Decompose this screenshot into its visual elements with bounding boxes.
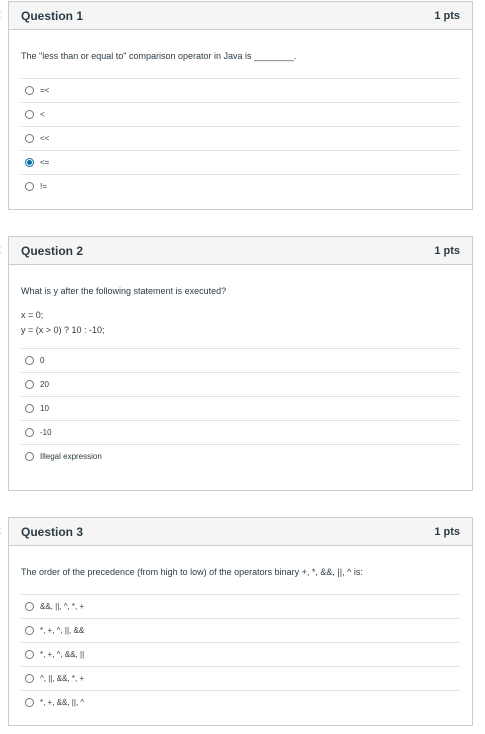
question-1-answers: =< < << <= !=: [21, 78, 460, 198]
question-1-prompt: The "less than or equal to" comparison o…: [21, 51, 297, 61]
question-1-header: Question 1 1 pts: [9, 2, 472, 30]
radio-button[interactable]: [25, 86, 34, 95]
radio-button[interactable]: [25, 626, 34, 635]
answer-label: <<: [40, 134, 50, 143]
answer-option[interactable]: ^, ||, &&, *, +: [21, 666, 460, 690]
question-3-header: Question 3 1 pts: [9, 518, 472, 546]
answer-option[interactable]: <: [21, 102, 460, 126]
answer-option[interactable]: <<: [21, 126, 460, 150]
radio-button[interactable]: [25, 674, 34, 683]
answer-option[interactable]: &&, ||, ^, *, +: [21, 594, 460, 618]
answer-label: -10: [40, 428, 52, 437]
question-2-card: Question 2 1 pts What is y after the fol…: [8, 236, 473, 491]
question-3-points: 1 pts: [434, 525, 460, 538]
answer-option[interactable]: =<: [21, 78, 460, 102]
answer-label: 20: [40, 380, 49, 389]
answer-label: <: [40, 110, 45, 119]
answer-label: 0: [40, 356, 45, 365]
radio-button[interactable]: [25, 182, 34, 191]
radio-button[interactable]: [25, 650, 34, 659]
answer-option[interactable]: !=: [21, 174, 460, 198]
question-1-title: Question 1: [21, 8, 84, 23]
answer-option[interactable]: Illegal expression: [21, 444, 460, 468]
answer-label: ^, ||, &&, *, +: [40, 674, 85, 683]
answer-option-selected[interactable]: <=: [21, 150, 460, 174]
radio-button[interactable]: [25, 404, 34, 413]
question-2-code-line-2: y = (x > 0) ? 10 : -10;: [21, 325, 105, 335]
answer-option[interactable]: -10: [21, 420, 460, 444]
question-3-card: Question 3 1 pts The order of the preced…: [8, 517, 473, 726]
answer-label: *, +, &&, ||, ^: [40, 698, 85, 707]
answer-label: 10: [40, 404, 49, 413]
question-3-prompt: The order of the precedence (from high t…: [21, 567, 363, 577]
radio-button[interactable]: [25, 602, 34, 611]
answer-label: =<: [40, 86, 50, 95]
radio-button[interactable]: [25, 134, 34, 143]
question-2-anchor: [0, 246, 6, 254]
answer-label: *, +, ^, ||, &&: [40, 626, 85, 635]
question-2-points: 1 pts: [434, 244, 460, 257]
radio-button[interactable]: [25, 452, 34, 461]
answer-option[interactable]: *, +, ^, ||, &&: [21, 618, 460, 642]
question-1-anchor: [0, 11, 6, 19]
question-1-points: 1 pts: [434, 9, 460, 22]
question-1-card: Question 1 1 pts The "less than or equal…: [8, 1, 473, 210]
answer-label: *, +, ^, &&, ||: [40, 650, 85, 659]
answer-option[interactable]: *, +, ^, &&, ||: [21, 642, 460, 666]
question-3-answers: &&, ||, ^, *, + *, +, ^, ||, && *, +, ^,…: [21, 594, 460, 714]
radio-button-checked[interactable]: [25, 158, 34, 167]
question-2-header: Question 2 1 pts: [9, 237, 472, 265]
radio-button[interactable]: [25, 380, 34, 389]
answer-option[interactable]: 20: [21, 372, 460, 396]
radio-button[interactable]: [25, 356, 34, 365]
radio-button[interactable]: [25, 428, 34, 437]
question-3-anchor: [0, 527, 6, 535]
answer-option[interactable]: *, +, &&, ||, ^: [21, 690, 460, 714]
answer-option[interactable]: 10: [21, 396, 460, 420]
answer-label: !=: [40, 182, 47, 191]
question-2-code-line-1: x = 0;: [21, 310, 44, 320]
radio-button[interactable]: [25, 698, 34, 707]
answer-label: <=: [40, 158, 50, 167]
question-3-title: Question 3: [21, 524, 84, 539]
question-2-title: Question 2: [21, 243, 84, 258]
answer-label: Illegal expression: [40, 452, 102, 461]
question-2-answers: 0 20 10 -10 Illegal expression: [21, 348, 460, 468]
answer-option[interactable]: 0: [21, 348, 460, 372]
radio-button[interactable]: [25, 110, 34, 119]
answer-label: &&, ||, ^, *, +: [40, 602, 85, 611]
question-2-prompt: What is y after the following statement …: [21, 286, 227, 296]
